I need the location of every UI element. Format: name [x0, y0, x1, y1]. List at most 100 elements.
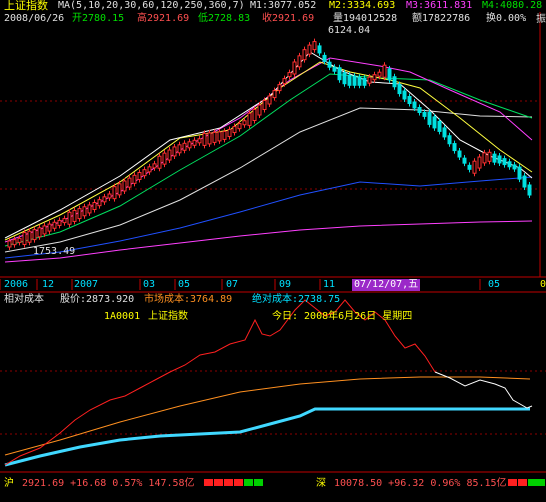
down-count-bar [528, 479, 537, 486]
candle-body [157, 155, 162, 169]
candle-body [7, 240, 12, 248]
candle-body [192, 139, 197, 146]
cost-panel-today: 今日: 2008年6月26日 星期四 [272, 311, 413, 322]
candle-body [357, 76, 362, 86]
up-count-bar [508, 479, 517, 486]
candle-body [507, 161, 512, 168]
candle-body [32, 229, 37, 241]
quote-volume: 量194012528 [333, 13, 398, 24]
time-axis-end-marker: 0 [540, 279, 546, 290]
candle-body [392, 76, 397, 88]
time-label: 05 [488, 279, 501, 290]
ma-label: MA(5,10,20,30,60,120,250,360,7) [58, 0, 245, 11]
candle-body [382, 64, 387, 78]
cost-panel-title: 相对成本 [4, 294, 44, 305]
candle-body [52, 221, 57, 229]
absolute-cost-line [4, 407, 530, 467]
candle-body [237, 123, 242, 130]
up-count-bar [224, 479, 233, 486]
candle-body [47, 223, 52, 232]
candle-body [522, 175, 527, 188]
candle-body [242, 120, 247, 126]
candle-body [402, 90, 407, 100]
index-name: 上证指数 [4, 0, 48, 12]
candle-body [302, 49, 307, 61]
quote-high: 高2921.69 [137, 13, 190, 24]
candle-body [422, 111, 427, 117]
stock-chart-canvas[interactable] [0, 0, 546, 502]
candle-body [457, 150, 462, 158]
down-count-bar [254, 479, 263, 486]
candle-body [317, 45, 322, 54]
candle-body [37, 227, 42, 238]
peak-price-label: 6124.04 [328, 25, 371, 36]
candle-body [367, 76, 372, 84]
up-count-bar [204, 479, 213, 486]
candle-body [62, 218, 67, 224]
candle-body [487, 151, 492, 162]
candle-body [372, 74, 377, 81]
candle-body [477, 156, 482, 169]
time-label: 2006 [4, 279, 29, 290]
cost-panel-market-cost: 市场成本:3764.89 [144, 294, 233, 305]
candle-body [257, 104, 262, 116]
candle-body [92, 202, 97, 210]
candle-body [432, 116, 437, 129]
candle-body [17, 237, 22, 243]
candle-body [347, 74, 352, 86]
candle-body [277, 84, 282, 92]
candle-body [167, 149, 172, 161]
candlestick-series [7, 38, 532, 250]
market-cost-line [4, 376, 531, 456]
candle-body [112, 186, 117, 200]
candle-body [512, 164, 517, 170]
quote-amount: 额17822786 [412, 13, 471, 24]
candle-body [207, 132, 212, 145]
candle-body [272, 90, 277, 99]
quote-turnover: 换0.00% [486, 13, 527, 24]
candle-body [342, 72, 347, 85]
candle-body [437, 120, 442, 132]
candle-body [57, 219, 62, 226]
candle-body [77, 208, 82, 220]
candle-body [387, 68, 392, 81]
candle-body [127, 177, 132, 188]
candle-body [417, 107, 422, 113]
up-count-bar [518, 479, 527, 486]
amplitude-label: 振 [536, 14, 546, 25]
candle-body [262, 100, 267, 110]
time-label: 05 [178, 279, 191, 290]
candle-body [177, 144, 182, 154]
candle-body [472, 160, 477, 174]
down-count-bar [537, 479, 545, 486]
sh-values: 2921.69 +16.68 0.57% 147.58亿 [22, 478, 195, 489]
time-label: 2007 [74, 279, 99, 290]
candle-body [362, 77, 367, 86]
candle-body [312, 41, 317, 51]
candle-body [517, 166, 522, 180]
candle-body [142, 169, 147, 177]
up-count-bar [214, 479, 223, 486]
ma-line-120 [4, 107, 533, 253]
quote-low: 低2728.83 [198, 13, 251, 24]
candle-body [197, 138, 202, 144]
candle-body [322, 54, 327, 62]
cursor-date-highlight[interactable]: 07/12/07,五 [352, 279, 421, 291]
price-line-red [4, 299, 436, 466]
sh-label[interactable]: 沪 [4, 478, 14, 490]
ma-line-360 [4, 220, 533, 263]
ma-m1-value: M1:3077.052 [250, 0, 317, 11]
sz-label[interactable]: 深 [316, 478, 326, 490]
candle-body [12, 239, 17, 246]
candle-body [72, 209, 77, 222]
candle-body [222, 130, 227, 140]
candle-body [462, 157, 467, 164]
sz-values: 10078.50 +96.32 0.96% 85.15亿 [334, 478, 507, 489]
candle-body [482, 152, 487, 164]
candle-body [147, 166, 152, 173]
candle-body [132, 174, 137, 184]
candle-body [337, 67, 342, 81]
candle-body [187, 141, 192, 149]
candle-body [307, 44, 312, 55]
candle-body [442, 127, 447, 138]
